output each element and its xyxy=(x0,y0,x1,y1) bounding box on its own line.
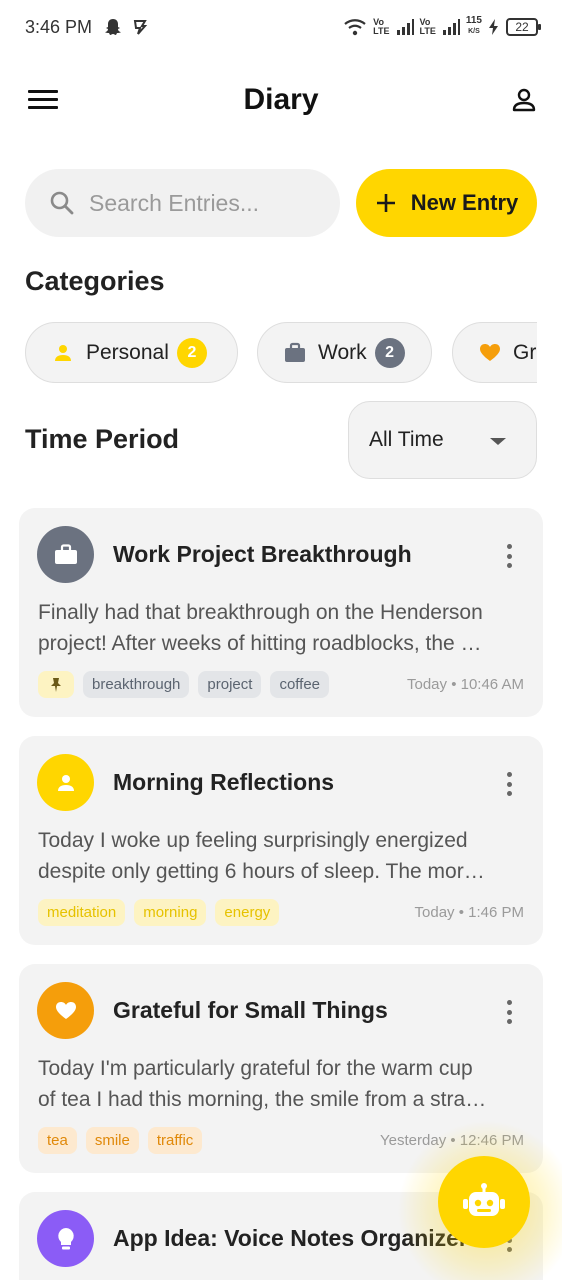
more-options-icon[interactable] xyxy=(507,772,513,796)
net-speed: 115 K/S xyxy=(465,15,482,36)
search-input[interactable]: Search Entries... xyxy=(25,169,340,237)
tag-chip[interactable]: tea xyxy=(38,1127,77,1154)
category-count-badge: 2 xyxy=(374,337,405,368)
entry-timestamp: Today • 10:46 AM xyxy=(407,676,524,693)
search-icon xyxy=(50,191,74,215)
tag-chip[interactable]: project xyxy=(198,671,262,698)
new-entry-button[interactable]: New Entry xyxy=(356,169,537,237)
tag-chip[interactable]: energy xyxy=(215,899,280,926)
briefcase-icon xyxy=(54,543,77,564)
tag-chip[interactable]: smile xyxy=(85,1127,139,1154)
more-options-icon[interactable] xyxy=(507,1000,513,1024)
entry-timestamp: Today • 1:46 PM xyxy=(414,904,524,921)
new-entry-label: New Entry xyxy=(410,190,519,215)
category-chips: Personal 2 Work 2 Gratitude xyxy=(25,322,537,384)
category-chip-personal[interactable]: Personal 2 xyxy=(25,322,238,383)
entry-title: Work Project Breakthrough xyxy=(113,541,412,567)
category-chip-gratitude[interactable]: Gratitude xyxy=(452,322,537,383)
entry-card[interactable]: Work Project Breakthrough Finally had th… xyxy=(19,508,543,717)
person-icon xyxy=(52,342,74,364)
tag-chip[interactable]: traffic xyxy=(147,1127,203,1154)
briefcase-icon xyxy=(284,342,306,364)
heart-icon xyxy=(479,342,501,364)
more-options-icon[interactable] xyxy=(507,544,513,568)
time-period-value: All Time xyxy=(369,428,444,451)
pin-icon xyxy=(38,671,74,698)
plus-icon xyxy=(376,194,395,212)
person-icon xyxy=(512,88,536,112)
entry-category-avatar xyxy=(37,526,94,583)
tag-chip[interactable]: morning xyxy=(134,899,207,926)
time-period-dropdown[interactable]: All Time xyxy=(348,401,537,479)
entry-title: Grateful for Small Things xyxy=(113,997,388,1023)
entry-card[interactable]: Morning Reflections Today I woke up feel… xyxy=(19,736,543,945)
ai-assistant-fab[interactable] xyxy=(438,1156,530,1248)
page-title: Diary xyxy=(243,83,319,116)
person-icon xyxy=(57,774,74,791)
status-right-icons: Vo LTE Vo LTE 115 K/S 22 xyxy=(343,15,541,37)
entry-preview: Today I'm particularly grateful for the … xyxy=(38,1053,524,1115)
signal-icon xyxy=(396,18,414,35)
robot-icon xyxy=(463,1183,505,1216)
charging-icon xyxy=(489,18,498,35)
entry-tags: breakthrough project coffee xyxy=(38,671,330,698)
signal-icon xyxy=(442,18,460,35)
app-bar: Diary xyxy=(0,70,562,130)
lightbulb-icon xyxy=(57,1227,74,1249)
category-label: Personal xyxy=(86,340,169,364)
entry-preview-line: of tea I had this morning, the smile fro… xyxy=(38,1088,487,1111)
wifi-icon xyxy=(344,18,366,35)
snapchat-icon xyxy=(105,19,121,35)
status-left-icons xyxy=(104,18,148,36)
category-count-badge: 2 xyxy=(176,337,207,368)
status-time: 3:46 PM xyxy=(25,17,93,37)
entry-preview-line: Today I'm particularly grateful for the … xyxy=(38,1057,473,1080)
categories-title: Categories xyxy=(25,266,165,296)
entry-preview-line: Today I woke up feeling surprisingly ene… xyxy=(38,829,468,852)
battery-indicator: 22 xyxy=(506,17,541,36)
category-chip-work[interactable]: Work 2 xyxy=(257,322,432,383)
entry-category-avatar xyxy=(37,982,94,1039)
tag-chip[interactable]: meditation xyxy=(38,899,126,926)
profile-button[interactable] xyxy=(510,86,538,114)
heart-icon xyxy=(55,1001,76,1019)
entry-tags: meditation morning energy xyxy=(38,899,280,926)
entry-preview: Finally had that breakthrough on the Hen… xyxy=(38,597,524,659)
entry-preview-line: project! After weeks of hitting roadbloc… xyxy=(38,632,482,655)
entry-title: Morning Reflections xyxy=(113,769,335,795)
entry-preview-line: Finally had that breakthrough on the Hen… xyxy=(38,601,483,624)
category-label: Work xyxy=(318,340,367,364)
notification-icon xyxy=(133,20,148,35)
status-bar: 3:46 PM Vo LTE Vo LTE 115 K/S 22 xyxy=(0,0,562,56)
time-period-title: Time Period xyxy=(25,424,180,454)
tag-chip[interactable]: breakthrough xyxy=(83,671,190,698)
volte-icon: Vo LTE xyxy=(373,16,390,36)
chevron-down-icon xyxy=(490,438,506,445)
volte-icon: Vo LTE xyxy=(419,16,436,36)
entry-preview-line: despite only getting 6 hours of sleep. T… xyxy=(38,860,485,883)
tag-chip[interactable]: coffee xyxy=(270,671,330,698)
entry-preview: Today I woke up feeling surprisingly ene… xyxy=(38,825,524,887)
search-placeholder: Search Entries... xyxy=(89,189,260,216)
entry-category-avatar xyxy=(37,1210,94,1267)
entry-tags: tea smile traffic xyxy=(38,1127,203,1154)
category-label: Gratitude xyxy=(513,340,537,364)
entry-category-avatar xyxy=(37,754,94,811)
